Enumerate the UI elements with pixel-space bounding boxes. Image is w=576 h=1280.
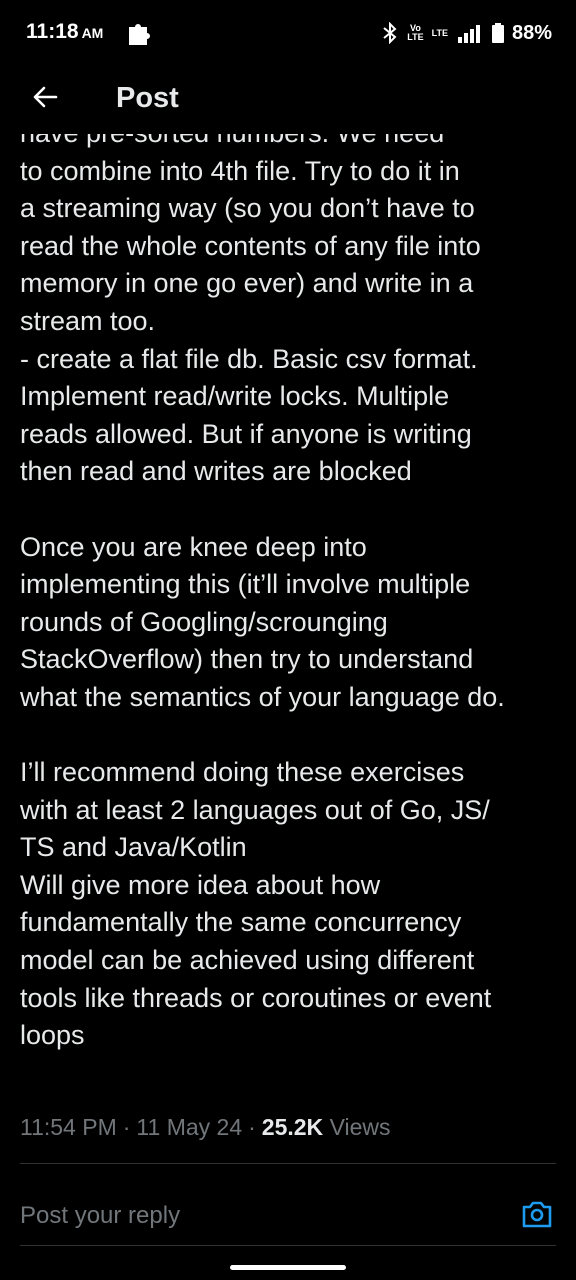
post-date: 11 May 24: [136, 1114, 243, 1140]
status-time: 11:18 AM: [26, 20, 103, 44]
network-lte-badge: LTE: [431, 27, 448, 38]
views-count[interactable]: 25.2K: [262, 1114, 323, 1140]
battery-percent: 88%: [511, 21, 552, 44]
post-time: 11:54 PM: [20, 1114, 117, 1140]
post-body: have pre-sorted numbers. We need to comb…: [20, 115, 565, 1095]
post-meta: 11:54 PM · 11 May 24 · 25.2K Views: [20, 1114, 391, 1141]
status-bar: 11:18 AM Vo LTE LTE 88%: [0, 0, 576, 64]
post-text: have pre-sorted numbers. We need to comb…: [20, 118, 505, 1051]
camera-icon[interactable]: [521, 1198, 553, 1230]
battery-icon: [491, 23, 504, 43]
network-lte-label: LTE: [407, 32, 424, 42]
divider: [20, 1245, 556, 1246]
network-type-icon: Vo LTE: [407, 24, 423, 42]
arrow-left-icon[interactable]: [30, 82, 60, 112]
status-time-ampm: AM: [81, 25, 104, 41]
status-icons: Vo LTE LTE 88%: [381, 20, 552, 46]
divider: [20, 1163, 556, 1164]
meta-separator: ·: [122, 1114, 131, 1140]
signal-icon: [457, 25, 480, 43]
home-indicator[interactable]: [230, 1265, 346, 1270]
reply-input[interactable]: [20, 1196, 500, 1236]
status-time-value: 11:18: [26, 20, 79, 43]
page-title: Post: [116, 82, 179, 114]
puzzle-icon: [129, 24, 150, 45]
views-label[interactable]: Views: [330, 1114, 391, 1140]
bluetooth-icon: [383, 22, 397, 44]
top-header: Post: [0, 64, 576, 134]
meta-separator: ·: [248, 1114, 256, 1140]
